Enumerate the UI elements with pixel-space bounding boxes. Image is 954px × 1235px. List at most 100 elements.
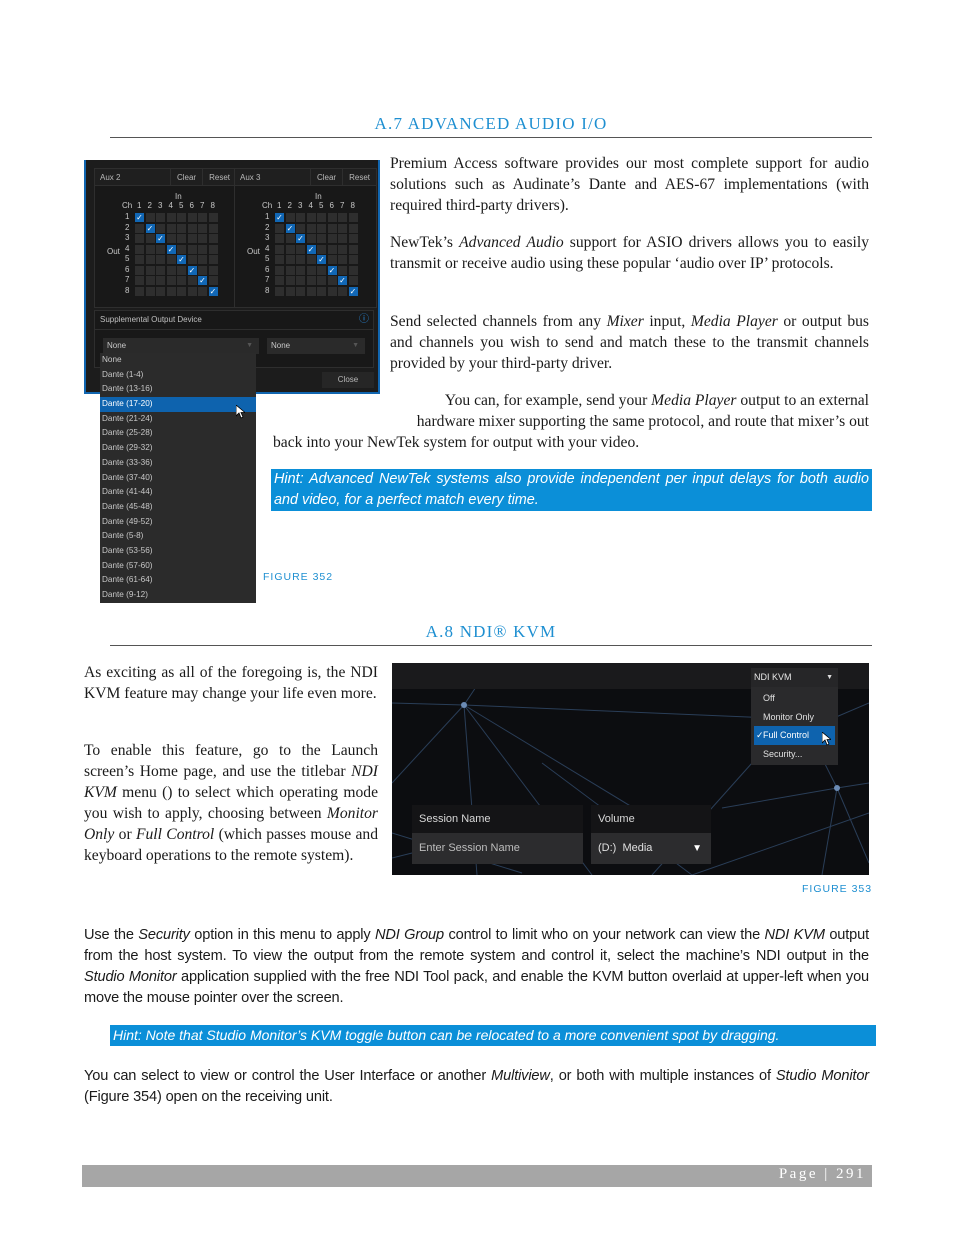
routing-cell[interactable] bbox=[275, 255, 284, 264]
routing-cell[interactable] bbox=[348, 276, 358, 285]
routing-cell[interactable] bbox=[166, 223, 176, 233]
routing-cell[interactable] bbox=[317, 213, 326, 222]
routing-cell[interactable] bbox=[327, 255, 337, 264]
routing-cell[interactable] bbox=[145, 255, 155, 264]
routing-cell[interactable] bbox=[296, 276, 305, 285]
routing-cell[interactable] bbox=[327, 286, 337, 296]
dropdown-option[interactable]: Dante (21-24) bbox=[100, 412, 256, 427]
routing-cell[interactable] bbox=[145, 234, 155, 243]
routing-cell-checked[interactable]: ✓ bbox=[317, 255, 326, 264]
routing-cell[interactable] bbox=[198, 286, 207, 296]
routing-cell[interactable] bbox=[198, 255, 207, 264]
routing-cell[interactable] bbox=[198, 265, 207, 275]
routing-cell[interactable] bbox=[285, 286, 295, 296]
dropdown-option[interactable]: Dante (57-60) bbox=[100, 559, 256, 574]
reset-button[interactable]: Reset bbox=[202, 169, 236, 185]
routing-cell[interactable] bbox=[338, 265, 347, 275]
routing-cell[interactable] bbox=[208, 223, 218, 233]
routing-cell-checked[interactable]: ✓ bbox=[187, 265, 197, 275]
routing-cell[interactable] bbox=[156, 276, 165, 285]
dropdown-option[interactable]: Dante (33-36) bbox=[100, 456, 256, 471]
dropdown-option[interactable]: Dante (37-40) bbox=[100, 471, 256, 486]
routing-cell[interactable] bbox=[285, 213, 295, 222]
routing-cell-checked[interactable]: ✓ bbox=[348, 286, 358, 296]
routing-cell[interactable] bbox=[317, 223, 326, 233]
dropdown-option[interactable]: Dante (5-8) bbox=[100, 529, 256, 544]
routing-cell[interactable] bbox=[306, 223, 316, 233]
routing-cell-checked[interactable]: ✓ bbox=[166, 244, 176, 254]
routing-cell[interactable] bbox=[275, 286, 284, 296]
routing-cell[interactable] bbox=[306, 276, 316, 285]
routing-cell[interactable] bbox=[317, 286, 326, 296]
routing-cell[interactable] bbox=[275, 276, 284, 285]
routing-cell[interactable] bbox=[348, 234, 358, 243]
routing-cell[interactable] bbox=[338, 213, 347, 222]
dropdown-option[interactable]: Dante (61-64) bbox=[100, 573, 256, 588]
routing-cell-checked[interactable]: ✓ bbox=[327, 265, 337, 275]
routing-cell[interactable] bbox=[327, 213, 337, 222]
routing-cell[interactable] bbox=[177, 276, 186, 285]
routing-cell[interactable] bbox=[187, 255, 197, 264]
routing-cell[interactable] bbox=[135, 223, 144, 233]
routing-cell[interactable] bbox=[285, 276, 295, 285]
output-device-dropdown-1[interactable]: None ▼ bbox=[103, 338, 259, 354]
routing-cell[interactable] bbox=[145, 244, 155, 254]
routing-cell-checked[interactable]: ✓ bbox=[156, 234, 165, 243]
routing-cell-checked[interactable]: ✓ bbox=[145, 223, 155, 233]
routing-cell-checked[interactable]: ✓ bbox=[306, 244, 316, 254]
routing-cell-checked[interactable]: ✓ bbox=[198, 276, 207, 285]
routing-cell[interactable] bbox=[208, 244, 218, 254]
routing-cell-checked[interactable]: ✓ bbox=[135, 213, 144, 222]
routing-cell[interactable] bbox=[135, 286, 144, 296]
routing-cell-checked[interactable]: ✓ bbox=[177, 255, 186, 264]
reset-button[interactable]: Reset bbox=[342, 169, 376, 185]
routing-cell[interactable] bbox=[156, 265, 165, 275]
routing-cell[interactable] bbox=[156, 286, 165, 296]
routing-cell[interactable] bbox=[166, 255, 176, 264]
routing-cell[interactable] bbox=[338, 234, 347, 243]
routing-cell[interactable] bbox=[145, 213, 155, 222]
routing-cell[interactable] bbox=[145, 276, 155, 285]
output-device-dropdown-2[interactable]: None ▼ bbox=[267, 338, 365, 354]
routing-cell-checked[interactable]: ✓ bbox=[338, 276, 347, 285]
routing-cell[interactable] bbox=[275, 234, 284, 243]
routing-cell[interactable] bbox=[156, 223, 165, 233]
routing-cell-checked[interactable]: ✓ bbox=[285, 223, 295, 233]
routing-cell[interactable] bbox=[187, 244, 197, 254]
routing-cell[interactable] bbox=[145, 265, 155, 275]
routing-cell[interactable] bbox=[156, 244, 165, 254]
dropdown-option[interactable]: Dante (29-32) bbox=[100, 441, 256, 456]
routing-cell[interactable] bbox=[338, 255, 347, 264]
routing-cell[interactable] bbox=[317, 234, 326, 243]
routing-cell[interactable] bbox=[187, 234, 197, 243]
routing-cell[interactable] bbox=[177, 265, 186, 275]
routing-cell[interactable] bbox=[327, 223, 337, 233]
routing-cell[interactable] bbox=[135, 234, 144, 243]
dropdown-option[interactable]: None bbox=[100, 353, 256, 368]
routing-cell[interactable] bbox=[187, 286, 197, 296]
routing-cell[interactable] bbox=[306, 234, 316, 243]
routing-cell[interactable] bbox=[296, 213, 305, 222]
routing-cell[interactable] bbox=[285, 255, 295, 264]
routing-cell[interactable] bbox=[296, 265, 305, 275]
routing-cell[interactable] bbox=[208, 276, 218, 285]
menu-item-security[interactable]: Security... bbox=[751, 745, 838, 764]
routing-cell[interactable] bbox=[208, 255, 218, 264]
routing-cell[interactable] bbox=[275, 265, 284, 275]
dropdown-option[interactable]: Dante (17-20) bbox=[100, 397, 256, 412]
routing-cell[interactable] bbox=[135, 255, 144, 264]
routing-cell[interactable] bbox=[177, 213, 186, 222]
dropdown-option[interactable]: Dante (9-12) bbox=[100, 588, 256, 603]
routing-cell[interactable] bbox=[348, 244, 358, 254]
close-button[interactable]: Close bbox=[322, 372, 374, 388]
routing-cell[interactable] bbox=[296, 244, 305, 254]
routing-cell[interactable] bbox=[348, 265, 358, 275]
routing-cell[interactable] bbox=[156, 255, 165, 264]
routing-cell[interactable] bbox=[275, 223, 284, 233]
routing-cell[interactable] bbox=[198, 234, 207, 243]
routing-cell-checked[interactable]: ✓ bbox=[275, 213, 284, 222]
routing-cell[interactable] bbox=[338, 286, 347, 296]
routing-cell[interactable] bbox=[306, 213, 316, 222]
dropdown-option[interactable]: Dante (53-56) bbox=[100, 544, 256, 559]
routing-cell[interactable] bbox=[306, 286, 316, 296]
